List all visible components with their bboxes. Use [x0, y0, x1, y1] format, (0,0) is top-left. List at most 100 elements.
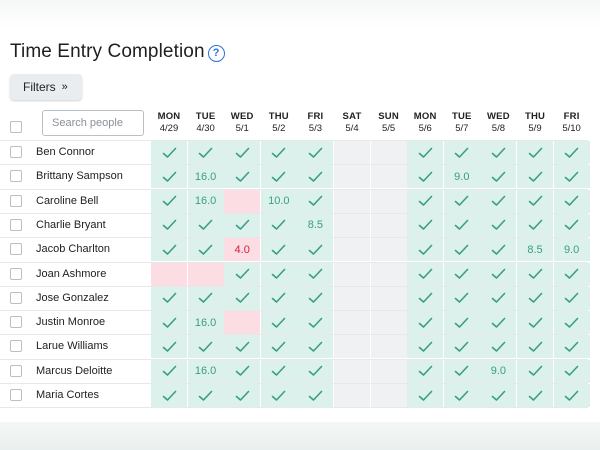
search-people-input[interactable]: [42, 110, 144, 136]
day-cell-complete[interactable]: [151, 213, 187, 237]
day-cell-complete[interactable]: [480, 238, 517, 262]
day-cell-hours[interactable]: 16.0: [187, 189, 224, 213]
day-cell-complete[interactable]: [224, 384, 261, 407]
row-checkbox[interactable]: [10, 243, 22, 256]
day-cell-complete[interactable]: [553, 286, 590, 310]
day-cell-complete[interactable]: [187, 141, 224, 164]
day-cell-complete[interactable]: [151, 141, 187, 164]
day-cell-complete[interactable]: [443, 213, 480, 237]
day-cell-complete[interactable]: [517, 189, 553, 213]
day-cell-complete[interactable]: [517, 286, 553, 310]
day-cell-hours[interactable]: 8.5: [517, 238, 553, 262]
day-cell-complete[interactable]: [517, 335, 553, 359]
day-cell-complete[interactable]: [151, 189, 187, 213]
day-cell-complete[interactable]: [407, 384, 444, 407]
day-cell-complete[interactable]: [407, 286, 444, 310]
row-checkbox[interactable]: [10, 291, 22, 304]
day-cell-complete[interactable]: [224, 165, 261, 189]
day-cell-complete[interactable]: [151, 286, 187, 310]
day-cell-complete[interactable]: [517, 359, 553, 383]
day-cell-complete[interactable]: [517, 311, 553, 335]
row-checkbox[interactable]: [10, 194, 22, 207]
day-cell-complete[interactable]: [224, 359, 261, 383]
day-cell-complete[interactable]: [407, 262, 444, 286]
day-cell-complete[interactable]: [517, 141, 553, 164]
day-cell-complete[interactable]: [187, 335, 224, 359]
day-cell-complete[interactable]: [480, 335, 517, 359]
day-cell-complete[interactable]: [407, 359, 444, 383]
filters-button[interactable]: Filters »: [10, 74, 82, 100]
day-cell-hours[interactable]: 9.0: [480, 359, 517, 383]
day-cell-missing[interactable]: [187, 262, 224, 286]
day-cell-hours[interactable]: 16.0: [187, 311, 224, 335]
day-cell-complete[interactable]: [480, 262, 517, 286]
day-cell-missing[interactable]: [224, 311, 261, 335]
day-cell-complete[interactable]: [443, 141, 480, 164]
day-cell-complete[interactable]: [553, 311, 590, 335]
day-cell-hours[interactable]: 8.5: [297, 213, 334, 237]
day-cell-complete[interactable]: [260, 213, 297, 237]
day-cell-complete[interactable]: [480, 311, 517, 335]
day-cell-complete[interactable]: [260, 262, 297, 286]
day-cell-complete[interactable]: [151, 359, 187, 383]
day-cell-complete[interactable]: [553, 335, 590, 359]
day-cell-complete[interactable]: [443, 335, 480, 359]
row-checkbox[interactable]: [10, 170, 22, 183]
day-cell-complete[interactable]: [151, 384, 187, 407]
day-cell-complete[interactable]: [297, 359, 334, 383]
day-cell-complete[interactable]: [224, 335, 261, 359]
day-cell-complete[interactable]: [297, 286, 334, 310]
day-cell-complete[interactable]: [297, 238, 334, 262]
day-cell-complete[interactable]: [151, 335, 187, 359]
day-cell-complete[interactable]: [517, 384, 553, 407]
select-all-checkbox[interactable]: [10, 121, 22, 133]
day-cell-partial[interactable]: 4.0: [224, 238, 261, 262]
day-cell-complete[interactable]: [407, 311, 444, 335]
day-cell-complete[interactable]: [553, 384, 590, 407]
day-cell-complete[interactable]: [224, 141, 261, 164]
day-cell-complete[interactable]: [297, 384, 334, 407]
day-cell-complete[interactable]: [443, 384, 480, 407]
day-cell-complete[interactable]: [480, 165, 517, 189]
day-cell-complete[interactable]: [297, 189, 334, 213]
day-cell-complete[interactable]: [517, 262, 553, 286]
day-cell-missing[interactable]: [151, 262, 187, 286]
day-cell-complete[interactable]: [480, 141, 517, 164]
day-cell-complete[interactable]: [480, 384, 517, 407]
day-cell-complete[interactable]: [297, 262, 334, 286]
day-cell-complete[interactable]: [187, 238, 224, 262]
day-cell-complete[interactable]: [260, 141, 297, 164]
row-checkbox[interactable]: [10, 146, 22, 158]
row-checkbox[interactable]: [10, 340, 22, 353]
day-cell-complete[interactable]: [297, 165, 334, 189]
day-cell-complete[interactable]: [151, 238, 187, 262]
day-cell-complete[interactable]: [443, 359, 480, 383]
row-checkbox[interactable]: [10, 316, 22, 329]
day-cell-complete[interactable]: [443, 286, 480, 310]
day-cell-complete[interactable]: [517, 165, 553, 189]
day-cell-complete[interactable]: [224, 286, 261, 310]
day-cell-complete[interactable]: [224, 213, 261, 237]
day-cell-missing[interactable]: [224, 189, 261, 213]
day-cell-complete[interactable]: [187, 384, 224, 407]
day-cell-complete[interactable]: [443, 311, 480, 335]
day-cell-complete[interactable]: [407, 165, 444, 189]
day-cell-complete[interactable]: [407, 189, 444, 213]
day-cell-complete[interactable]: [407, 141, 444, 164]
day-cell-complete[interactable]: [260, 311, 297, 335]
day-cell-complete[interactable]: [260, 359, 297, 383]
day-cell-complete[interactable]: [151, 311, 187, 335]
day-cell-complete[interactable]: [187, 213, 224, 237]
day-cell-complete[interactable]: [297, 141, 334, 164]
day-cell-complete[interactable]: [224, 262, 261, 286]
day-cell-complete[interactable]: [553, 141, 590, 164]
day-cell-complete[interactable]: [443, 189, 480, 213]
day-cell-complete[interactable]: [407, 238, 444, 262]
day-cell-complete[interactable]: [553, 359, 590, 383]
day-cell-complete[interactable]: [443, 238, 480, 262]
day-cell-complete[interactable]: [407, 335, 444, 359]
day-cell-complete[interactable]: [553, 165, 590, 189]
day-cell-complete[interactable]: [443, 262, 480, 286]
day-cell-complete[interactable]: [260, 384, 297, 407]
row-checkbox[interactable]: [10, 218, 22, 231]
